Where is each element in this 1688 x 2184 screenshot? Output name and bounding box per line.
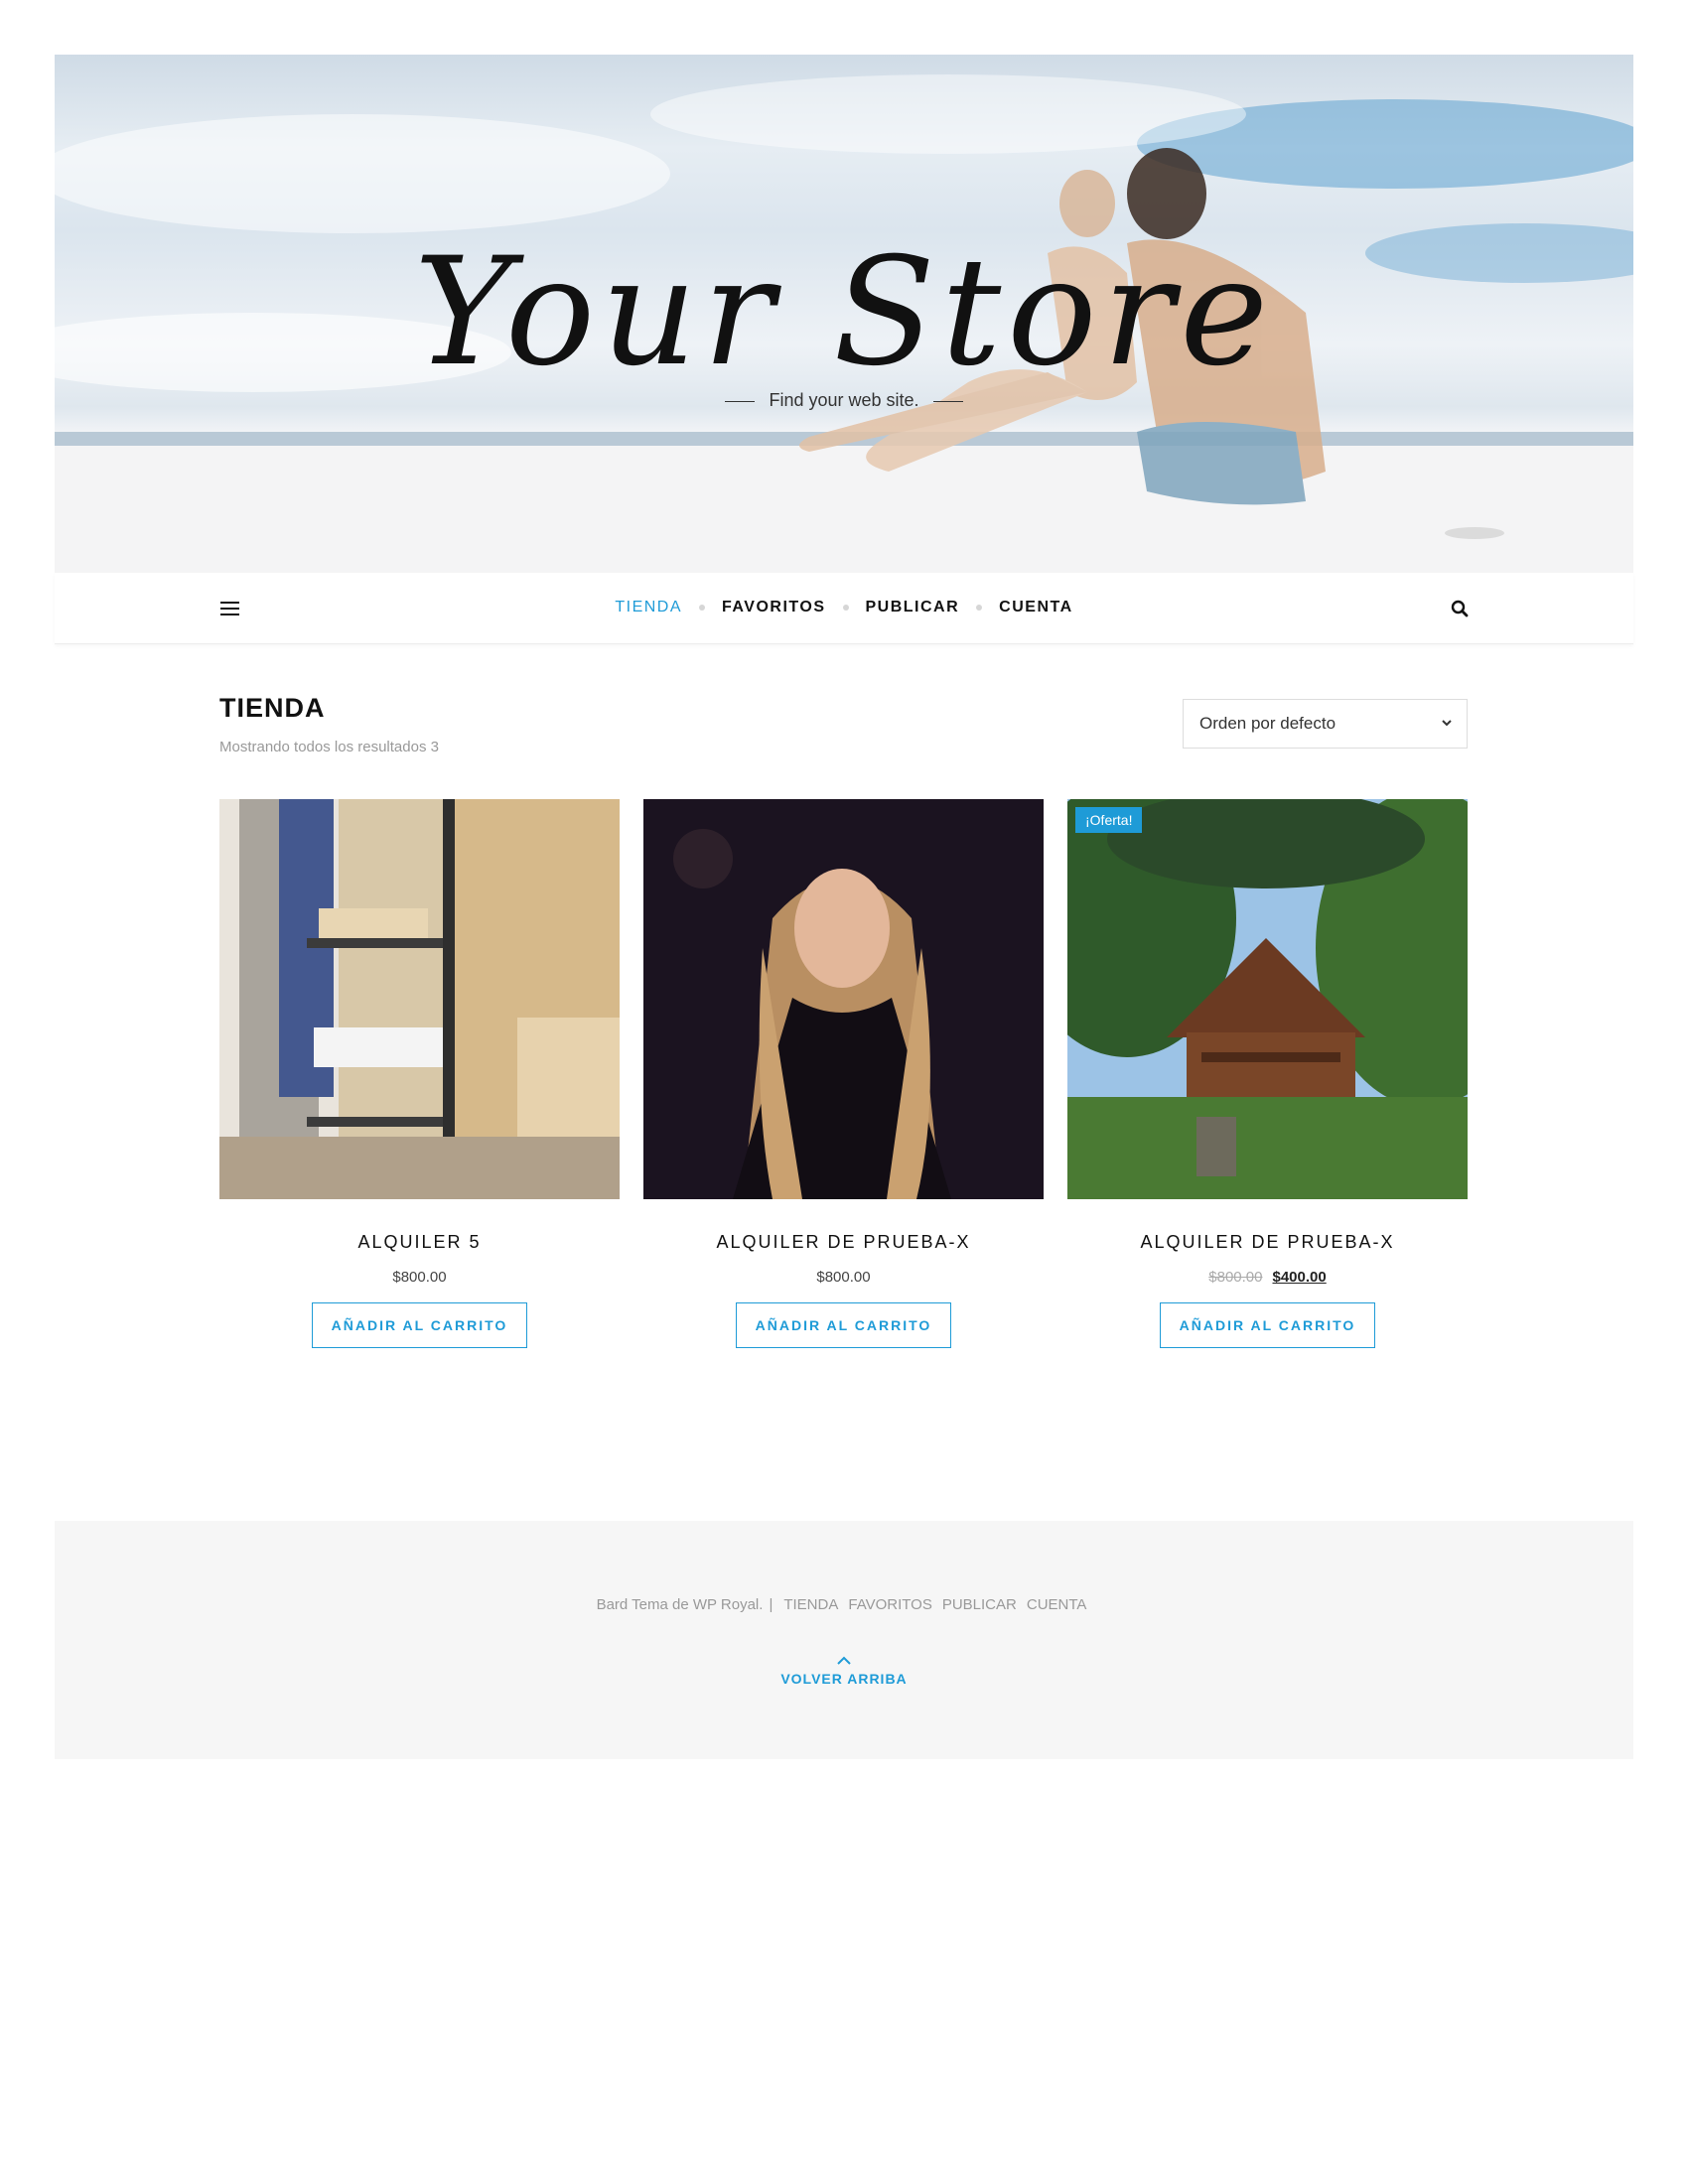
add-to-cart-button[interactable]: AÑADIR AL CARRITO [1160, 1302, 1375, 1348]
main-navigation: TIENDA FAVORITOS PUBLICAR CUENTA [55, 573, 1633, 644]
product-title[interactable]: ALQUILER DE PRUEBA-X [1067, 1232, 1468, 1253]
tagline-text: Find your web site. [769, 390, 919, 410]
orderby-selected-value: Orden por defecto [1199, 714, 1336, 733]
product-price: $800.00 [219, 1269, 620, 1286]
footer-link-tienda[interactable]: TIENDA [783, 1596, 838, 1613]
nav-separator-dot [976, 605, 983, 611]
old-price: $800.00 [1208, 1269, 1263, 1286]
product-price: $800.00 $400.00 [1067, 1269, 1468, 1286]
nav-item-favoritos[interactable]: FAVORITOS [722, 599, 825, 616]
nav-item-publicar[interactable]: PUBLICAR [866, 599, 960, 616]
back-to-top-button[interactable]: VOLVER ARRIBA [55, 1656, 1633, 1687]
product-image-link[interactable] [219, 799, 620, 1199]
product-card: ALQUILER 5 $800.00 AÑADIR AL CARRITO [219, 799, 620, 1348]
nav-item-tienda[interactable]: TIENDA [615, 599, 682, 616]
nav-separator-dot [842, 605, 849, 611]
footer-separator: | [769, 1596, 774, 1613]
back-to-top-label: VOLVER ARRIBA [780, 1671, 908, 1687]
cabin-photo [1067, 799, 1468, 1199]
add-to-cart-button[interactable]: AÑADIR AL CARRITO [736, 1302, 951, 1348]
bunk-bed-photo [219, 799, 620, 1199]
sale-badge: ¡Oferta! [1075, 807, 1143, 833]
product-card: ¡Oferta! ALQUILER DE PRUEBA-X $800.00 $40… [1067, 799, 1468, 1348]
header-banner: Your Store Find your web site. [55, 55, 1633, 573]
site-tagline: Find your web site. [55, 390, 1633, 411]
product-image-link[interactable] [643, 799, 1044, 1199]
orderby-select[interactable]: Orden por defecto [1183, 699, 1468, 749]
footer-link-cuenta[interactable]: CUENTA [1027, 1596, 1087, 1613]
nav-item-cuenta[interactable]: CUENTA [999, 599, 1072, 616]
product-image-link[interactable]: ¡Oferta! [1067, 799, 1468, 1199]
add-to-cart-button[interactable]: AÑADIR AL CARRITO [312, 1302, 527, 1348]
site-footer: Bard Tema de WP Royal. | TIENDA FAVORITOS PU… [55, 1521, 1633, 1759]
footer-link-favoritos[interactable]: FAVORITOS [848, 1596, 931, 1613]
price-amount: $800.00 [816, 1269, 871, 1286]
product-price: $800.00 [643, 1269, 1044, 1286]
result-count: Mostrando todos los resultados 3 [219, 739, 439, 755]
tagline-dash-right [932, 400, 963, 402]
portrait-photo [643, 799, 1044, 1199]
search-icon[interactable] [1451, 600, 1469, 617]
footer-credit[interactable]: Bard Tema de WP Royal. [597, 1596, 764, 1613]
product-card: ALQUILER DE PRUEBA-X $800.00 AÑADIR AL C… [643, 799, 1044, 1348]
sale-price: $400.00 [1272, 1269, 1327, 1286]
product-title[interactable]: ALQUILER DE PRUEBA-X [643, 1232, 1044, 1253]
page-title: TIENDA [219, 693, 326, 723]
chevron-up-icon [837, 1656, 851, 1665]
footer-link-publicar[interactable]: PUBLICAR [942, 1596, 1017, 1613]
tagline-dash-left [725, 400, 756, 402]
nav-menu: TIENDA FAVORITOS PUBLICAR CUENTA [55, 599, 1633, 616]
nav-separator-dot [699, 605, 706, 611]
site-logo[interactable]: Your Store [55, 238, 1633, 387]
chevron-down-icon [1442, 720, 1452, 727]
product-title[interactable]: ALQUILER 5 [219, 1232, 620, 1253]
price-amount: $800.00 [392, 1269, 447, 1286]
footer-links: Bard Tema de WP Royal. | TIENDA FAVORITOS PU… [55, 1596, 1633, 1613]
